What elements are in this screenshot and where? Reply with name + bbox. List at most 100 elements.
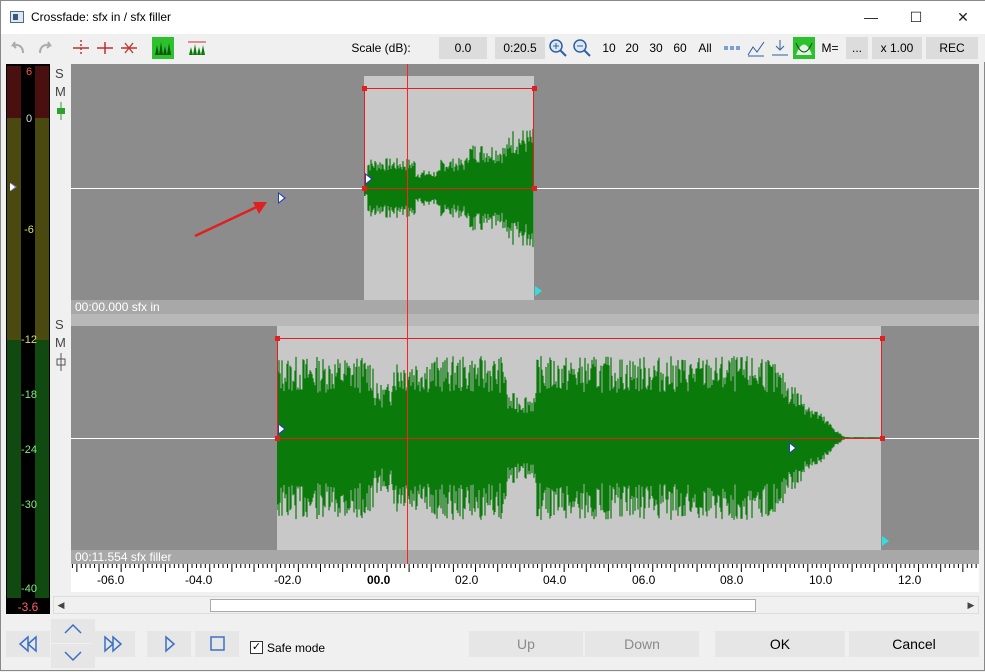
safe-mode-checkbox[interactable]: ✓ xyxy=(250,641,263,654)
mute-button-bottom[interactable]: M xyxy=(55,335,66,350)
fade-curve-icon[interactable] xyxy=(793,37,815,59)
play-button[interactable] xyxy=(147,631,191,657)
ruler-label: 04.0 xyxy=(543,573,567,587)
bottom-bar: ✓ Safe mode Up Down OK Cancel xyxy=(1,619,985,672)
ruler-label: 10.0 xyxy=(809,573,833,587)
clip-end-marker-icon[interactable] xyxy=(882,536,889,546)
level-meter: 6 0 -6 -12 -18 -24 -30 -40 -3.6 xyxy=(6,64,50,614)
envelope-point[interactable] xyxy=(532,86,537,91)
align-down-icon[interactable] xyxy=(769,37,791,59)
view-length[interactable]: 0:20.5 xyxy=(495,37,545,59)
solo-button-bottom[interactable]: S xyxy=(55,317,64,332)
zoom-10-button[interactable]: 10 xyxy=(599,37,619,59)
envelope-point[interactable] xyxy=(362,186,367,191)
level-meter-left xyxy=(7,66,21,598)
envelope-point[interactable] xyxy=(880,336,885,341)
cut-icon[interactable] xyxy=(118,37,140,59)
envelope-point[interactable] xyxy=(275,336,280,341)
zoom-60-button[interactable]: 60 xyxy=(670,37,690,59)
play-icon xyxy=(165,635,176,653)
ruler-label: 12.0 xyxy=(898,573,922,587)
ruler-label: -02.0 xyxy=(274,573,302,587)
rec-button[interactable]: REC xyxy=(926,37,978,59)
track-lane-bottom[interactable]: 00:11.554 sfx filler xyxy=(71,326,979,564)
envelope-point[interactable] xyxy=(532,186,537,191)
envelope-point[interactable] xyxy=(362,86,367,91)
zoom-out-icon[interactable] xyxy=(571,37,593,59)
meter-readout: -3.6 xyxy=(6,600,50,614)
close-button[interactable]: ✕ xyxy=(940,1,985,34)
clip-start-marker-icon[interactable] xyxy=(278,423,286,435)
clip-end-marker-icon[interactable] xyxy=(535,286,542,296)
meter-label: -24 xyxy=(21,444,37,456)
zoom-20-button[interactable]: 20 xyxy=(622,37,642,59)
solo-button-top[interactable]: S xyxy=(55,66,64,81)
up-arrow-button[interactable] xyxy=(51,619,95,643)
rewind-button[interactable] xyxy=(6,631,50,657)
track-label-bottom: 00:11.554 sfx filler xyxy=(71,550,979,564)
playhead-cursor[interactable] xyxy=(407,64,408,592)
fast-forward-icon xyxy=(104,635,123,653)
maximize-button[interactable]: ☐ xyxy=(893,1,939,34)
ok-button[interactable]: OK xyxy=(715,631,845,657)
red-arrow-icon xyxy=(194,202,267,238)
horizontal-scrollbar[interactable]: ◀ ▶ xyxy=(53,596,979,614)
envelope-point[interactable] xyxy=(880,436,885,441)
mute-button-top[interactable]: M xyxy=(55,84,66,99)
title-bar: Crossfade: sfx in / sfx filler — ☐ ✕ xyxy=(1,1,985,34)
ruler-label: 06.0 xyxy=(632,573,656,587)
undo-icon[interactable] xyxy=(7,37,29,59)
track-area[interactable]: 00:00.000 sfx in 00:11.554 sfx filler xyxy=(71,64,979,564)
redo-icon[interactable] xyxy=(34,37,56,59)
cancel-button[interactable]: Cancel xyxy=(849,631,979,657)
fade-envelope-bottom[interactable] xyxy=(277,338,882,439)
up-button[interactable]: Up xyxy=(469,631,583,657)
scale-label: Scale (dB): xyxy=(351,41,411,55)
zoom-all-button[interactable]: All xyxy=(693,37,717,59)
scroll-left-icon[interactable]: ◀ xyxy=(55,599,67,611)
scroll-right-icon[interactable]: ▶ xyxy=(965,599,977,611)
more-button[interactable]: ... xyxy=(846,37,868,59)
fast-forward-button[interactable] xyxy=(91,631,135,657)
split-icon[interactable] xyxy=(70,37,92,59)
align-icon[interactable] xyxy=(745,37,767,59)
zoom-in-icon[interactable] xyxy=(547,37,569,59)
m-equals-button[interactable]: M= xyxy=(819,37,841,59)
track-lane-top[interactable]: 00:00.000 sfx in xyxy=(71,64,979,314)
scrollbar-thumb[interactable] xyxy=(210,599,756,612)
stop-icon xyxy=(210,636,225,651)
meter-label: -40 xyxy=(21,583,37,595)
app-icon xyxy=(10,11,24,23)
meter-marker-icon xyxy=(10,183,17,191)
meter-label: -18 xyxy=(21,389,37,401)
envelope-point[interactable] xyxy=(275,436,280,441)
fade-marker-icon[interactable] xyxy=(789,442,797,454)
down-arrow-button[interactable] xyxy=(51,644,95,668)
envelope-view-icon[interactable] xyxy=(186,37,208,59)
arrow-up-icon xyxy=(64,623,82,634)
ruler-label: -06.0 xyxy=(97,573,125,587)
fade-envelope-top[interactable] xyxy=(364,88,534,189)
arrow-down-icon xyxy=(64,651,82,662)
crossfade-window: Crossfade: sfx in / sfx filler — ☐ ✕ Sca… xyxy=(0,0,985,671)
down-button[interactable]: Down xyxy=(585,631,699,657)
volume-icon-top[interactable] xyxy=(54,102,68,120)
timeline-ruler[interactable]: -06.0 -04.0 -02.0 00.0 02.0 04.0 06.0 08… xyxy=(71,564,979,592)
stop-button[interactable] xyxy=(195,631,239,657)
waveform-view-icon[interactable] xyxy=(152,37,174,59)
scale-value[interactable]: 0.0 xyxy=(439,37,487,59)
marker-icon[interactable] xyxy=(94,37,116,59)
ruler-label: 08.0 xyxy=(720,573,744,587)
clip-start-marker-icon[interactable] xyxy=(365,173,373,185)
window-title: Crossfade: sfx in / sfx filler xyxy=(31,10,172,24)
ruler-label: 00.0 xyxy=(367,573,391,587)
ruler-label: 02.0 xyxy=(455,573,479,587)
toolbar: Scale (dB): 0.0 0:20.5 10 20 30 60 All M… xyxy=(1,34,985,62)
meter-label: -30 xyxy=(21,499,37,511)
speed-value[interactable]: x 1.00 xyxy=(872,37,922,59)
volume-icon-bottom[interactable] xyxy=(54,353,68,371)
track-controls: S M S M xyxy=(51,64,71,564)
snap-icon[interactable] xyxy=(721,37,743,59)
zoom-30-button[interactable]: 30 xyxy=(646,37,666,59)
minimize-button[interactable]: — xyxy=(848,1,894,34)
